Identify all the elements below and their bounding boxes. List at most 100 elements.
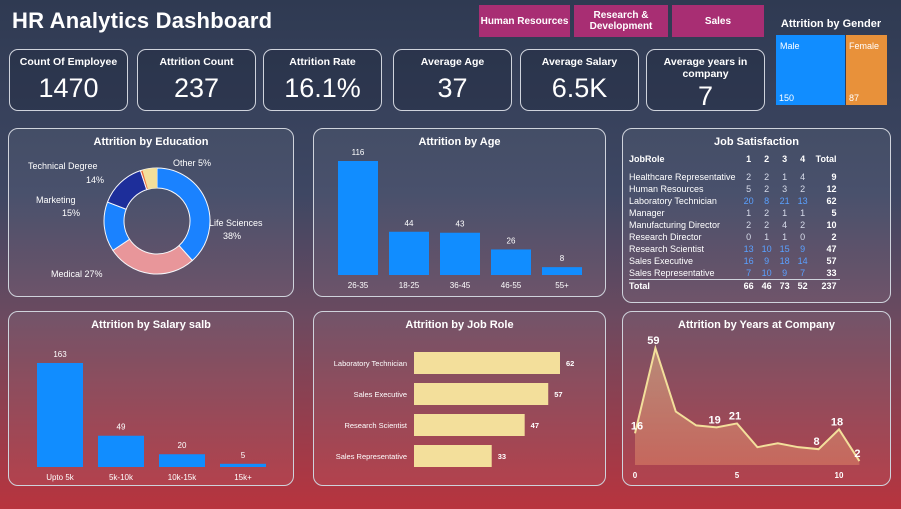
table-cell: 1	[782, 172, 788, 182]
table-row: Human Resources 5 2 3 2 12	[629, 183, 840, 195]
years-data-label: 2	[854, 448, 860, 460]
table-cell: 10	[761, 268, 772, 278]
table-cell: 9	[782, 268, 788, 278]
table-cell: 12	[826, 184, 837, 194]
table-cell: 7	[746, 268, 752, 278]
gender-female-block[interactable]: Female 87	[846, 35, 887, 105]
column-header[interactable]: 4	[794, 153, 812, 171]
jobrole-tick-label: Sales Representative	[336, 452, 407, 461]
table-cell: 15	[779, 244, 790, 254]
salary-tick-label: Upto 5k	[46, 473, 75, 482]
table-cell: 13	[797, 196, 808, 206]
kpi-label: Average Salary	[541, 56, 618, 68]
education-donut-chart: Life Sciences 38% Medical 27% Marketing …	[28, 158, 263, 279]
table-cell: 2	[746, 172, 752, 182]
salary-tick-label: 15k+	[234, 473, 252, 482]
column-header[interactable]: 1	[740, 153, 758, 171]
education-label-technical-pct: 14%	[86, 175, 104, 185]
kpi-label: Count Of Employee	[19, 56, 118, 68]
age-bar-value: 26	[507, 236, 516, 245]
table-cell: 4	[800, 172, 806, 182]
table-cell: 2	[831, 232, 837, 242]
age-bar-value: 116	[352, 148, 365, 157]
column-header[interactable]: 3	[776, 153, 794, 171]
education-label-medical: Medical 27%	[51, 269, 103, 279]
jobrole-tick-label: Research Scientist	[344, 421, 407, 430]
table-cell: 52	[793, 279, 812, 292]
column-header[interactable]: 2	[758, 153, 776, 171]
column-header[interactable]: JobRole	[629, 153, 740, 171]
age-tick-label: 36-45	[450, 281, 471, 290]
table-cell: 0	[746, 232, 752, 242]
education-slice-life-sciences	[156, 167, 211, 262]
table-cell: Research Scientist	[629, 244, 705, 254]
jobrole-bar-chart: Laboratory Technician 62 Sales Executive 57…	[334, 352, 574, 467]
salary-bar-value: 163	[53, 350, 67, 359]
table-row: Manager 1 2 1 1 5	[629, 207, 840, 219]
dashboard-title: HR Analytics Dashboard	[12, 8, 273, 33]
table-total-row: Total 66 46 73 52 237	[629, 279, 841, 292]
tab-sales[interactable]: Sales	[672, 5, 764, 37]
age-bar	[338, 161, 378, 275]
table-row: Healthcare Representative 2 2 1 4 9	[629, 171, 840, 183]
kpi-label: Attrition Count	[159, 56, 234, 68]
kpi-label: Average Age	[420, 56, 485, 68]
table-cell: 1	[782, 232, 788, 242]
table-cell: 8	[764, 196, 770, 206]
jobrole-bar	[414, 445, 492, 467]
years-tick-label: 5	[735, 471, 740, 480]
job-satisfaction-table: JobRole 1 2 3 4 Total Healthcare Represe…	[629, 153, 841, 292]
tab-research-development[interactable]: Research & Development	[574, 5, 668, 37]
table-cell: Healthcare Representative	[629, 172, 736, 182]
table-cell: 10	[761, 244, 772, 254]
salary-bar-chart: 163 Upto 5k 49 5k-10k 20 10k-15k 5 15k+	[37, 350, 266, 482]
jobrole-bar-value: 47	[531, 421, 539, 430]
jobrole-bar-value: 62	[566, 359, 574, 368]
age-bar-value: 8	[560, 254, 565, 263]
salary-bar-value: 5	[241, 451, 246, 460]
table-cell: 2	[764, 220, 770, 230]
gender-male-block[interactable]: Male 150	[776, 35, 845, 105]
education-label-life-sciences-pct: 38%	[223, 231, 241, 241]
kpi-attrition-count: Attrition Count 237	[137, 49, 256, 111]
salary-bar-value: 49	[117, 423, 126, 432]
salary-tick-label: 10k-15k	[168, 473, 197, 482]
years-tick-label: 10	[835, 471, 844, 480]
table-cell: Research Director	[629, 232, 702, 242]
table-cell: 13	[743, 244, 754, 254]
tab-human-resources[interactable]: Human Resources	[479, 5, 570, 37]
salary-bar	[220, 463, 266, 467]
table-cell: 4	[782, 220, 788, 230]
table-cell: Manager	[629, 208, 665, 218]
table-cell: Manufacturing Director	[629, 220, 721, 230]
age-bar-value: 44	[405, 219, 414, 228]
age-bar	[491, 249, 531, 275]
table-cell: 5	[831, 208, 837, 218]
years-tick-label: 0	[633, 471, 638, 480]
table-cell: 18	[779, 256, 790, 266]
years-data-label: 21	[729, 410, 741, 422]
column-header[interactable]: Total	[812, 153, 841, 171]
table-row: Laboratory Technician 20 8 21 13 62	[629, 195, 840, 207]
age-bar	[389, 231, 429, 275]
table-cell: 2	[800, 184, 806, 194]
education-panel: Attrition by Education Life Sciences 38%…	[8, 128, 294, 297]
jobrole-panel: Attrition by Job Role Laboratory Technic…	[313, 311, 606, 486]
table-cell: 2	[800, 220, 806, 230]
table-cell: Human Resources	[629, 184, 704, 194]
kpi-average-salary: Average Salary 6.5K	[520, 49, 639, 111]
gender-male-label: Male	[780, 41, 800, 51]
table-cell: 46	[757, 279, 776, 292]
table-row: Sales Executive 16 9 18 14 57	[629, 255, 840, 267]
jobrole-tick-label: Sales Executive	[354, 390, 407, 399]
salary-bar	[37, 363, 83, 467]
table-cell: 62	[826, 196, 837, 206]
years-data-label: 8	[814, 436, 820, 448]
kpi-value: 1470	[38, 73, 99, 103]
education-slice-technical-degree	[106, 170, 148, 210]
table-row: Research Director 0 1 1 0 2	[629, 231, 840, 243]
table-cell: 5	[746, 184, 752, 194]
job-satisfaction-title: Job Satisfaction	[714, 136, 799, 148]
years-data-label: 18	[831, 416, 843, 428]
kpi-value: 237	[173, 73, 220, 103]
